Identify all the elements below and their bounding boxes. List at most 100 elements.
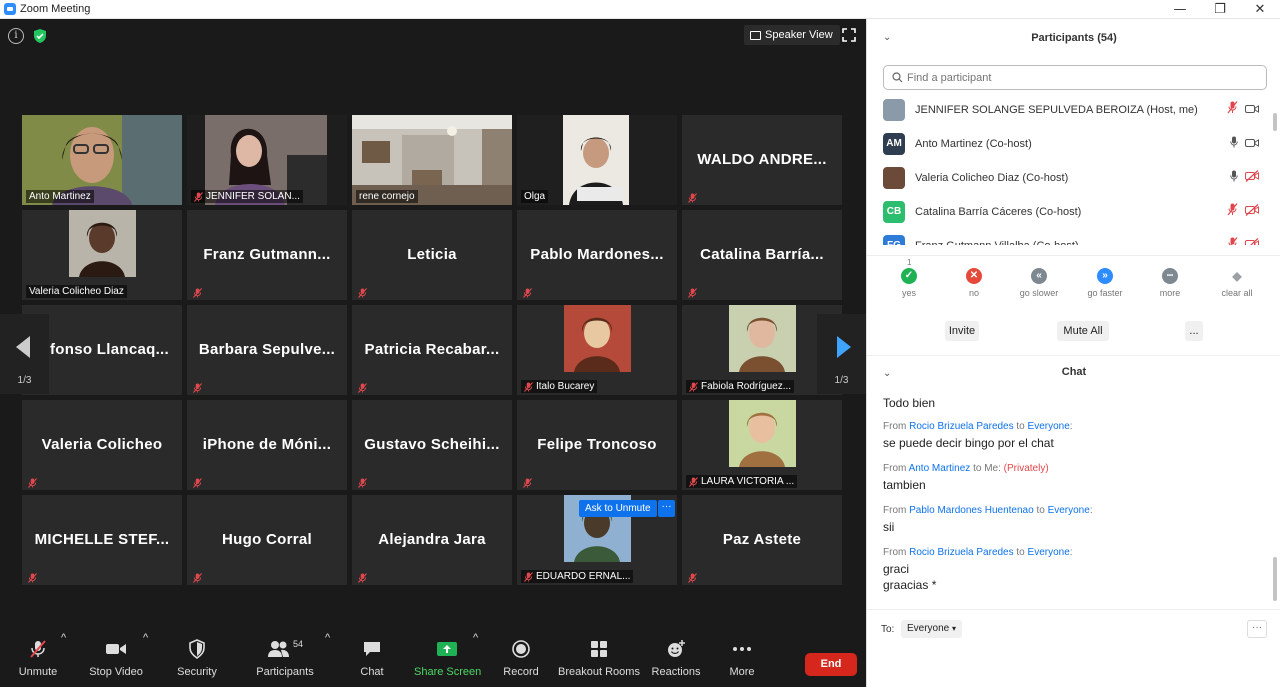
participant-row-name: Franz Gutmann Villalba (Co-host) <box>915 240 1079 245</box>
page-indicator: 1/3 <box>17 375 32 386</box>
participant-tile[interactable]: Italo Bucarey <box>517 305 677 395</box>
breakout-rooms-button[interactable]: Breakout Rooms <box>558 632 640 687</box>
participant-tile[interactable]: Alejandra Jara <box>352 495 512 585</box>
participant-name: Hugo Corral <box>222 531 312 548</box>
participant-row[interactable]: JENNIFER SOLANGE SEPULVEDA BEROIZA (Host… <box>867 93 1280 127</box>
participant-search[interactable] <box>883 65 1267 90</box>
participant-tile[interactable]: Leticia <box>352 210 512 300</box>
chat-button[interactable]: Chat <box>352 632 392 687</box>
maximize-button[interactable]: ❐ <box>1200 0 1240 19</box>
participant-tile[interactable]: Anto Martinez <box>22 115 182 205</box>
ask-to-unmute-button[interactable]: Ask to Unmute <box>579 500 657 517</box>
reaction-yes[interactable]: ✓ yes <box>879 268 939 298</box>
reaction-label: yes <box>901 288 916 298</box>
participants-button[interactable]: 54 Participants <box>255 632 315 687</box>
participant-tile[interactable]: Pablo Mardones... <box>517 210 677 300</box>
participant-list-scrollbar[interactable] <box>1273 113 1277 131</box>
mic-muted-icon[interactable] <box>1227 237 1238 245</box>
mic-icon[interactable] <box>1230 135 1238 153</box>
mic-muted-icon[interactable] <box>1227 101 1238 119</box>
meeting-toolbar: Unmute ^ Stop Video ^ Security 54 Partic… <box>0 632 866 687</box>
participant-tile[interactable]: Barbara Sepulve... <box>187 305 347 395</box>
more-button[interactable]: More <box>722 632 762 687</box>
sender-name[interactable]: Rocio Brizuela Paredes <box>909 421 1014 432</box>
unmute-button[interactable]: Unmute <box>14 632 62 687</box>
tile-more-options-button[interactable]: ··· <box>658 500 675 517</box>
participant-row[interactable]: CB Catalina Barría Cáceres (Co-host) <box>867 195 1280 229</box>
encryption-shield-icon[interactable] <box>32 28 48 44</box>
participant-tile[interactable]: WALDO ANDRE... <box>682 115 842 205</box>
reaction-clear-all[interactable]: ◆ clear all <box>1207 268 1267 298</box>
participant-tile[interactable]: Franz Gutmann... <box>187 210 347 300</box>
chat-scrollbar[interactable] <box>1273 557 1277 601</box>
participant-search-input[interactable] <box>907 71 1247 84</box>
mute-all-button[interactable]: Mute All <box>1057 321 1109 341</box>
participant-row[interactable]: Valeria Colicheo Diaz (Co-host) <box>867 161 1280 195</box>
participant-tile[interactable]: Patricia Recabar... <box>352 305 512 395</box>
invite-button[interactable]: Invite <box>945 321 979 341</box>
participant-tile[interactable]: Gustavo Scheihi... <box>352 400 512 490</box>
video-off-icon[interactable] <box>1245 203 1259 221</box>
chat-message-text: sii <box>883 520 895 534</box>
participant-name: Fabiola Rodríguez... <box>701 381 792 392</box>
participant-tile[interactable]: Felipe Troncoso <box>517 400 677 490</box>
close-window-button[interactable]: ✕ <box>1240 0 1280 19</box>
to-word: to <box>973 463 982 474</box>
reactions-button[interactable]: Reactions <box>651 632 701 687</box>
next-page-button[interactable]: 1/3 <box>817 314 866 394</box>
audio-options-caret[interactable]: ^ <box>61 632 66 687</box>
video-off-icon[interactable] <box>1245 169 1259 187</box>
sender-name[interactable]: Rocio Brizuela Paredes <box>909 547 1014 558</box>
mic-muted-icon <box>524 381 533 392</box>
stop-video-button[interactable]: Stop Video <box>86 632 146 687</box>
record-button[interactable]: Record <box>500 632 542 687</box>
share-screen-button[interactable]: Share Screen <box>414 632 481 687</box>
security-button[interactable]: Security <box>173 632 221 687</box>
sender-name[interactable]: Pablo Mardones Huentenao <box>909 505 1034 516</box>
chat-message-meta: From Pablo Mardones Huentenao to Everyon… <box>883 505 1093 516</box>
to-word: to <box>1016 547 1025 558</box>
participant-tile[interactable]: rene cornejo <box>352 115 512 205</box>
participant-row[interactable]: AM Anto Martinez (Co-host) <box>867 127 1280 161</box>
participant-tile[interactable]: MICHELLE STEF... <box>22 495 182 585</box>
participant-name: LAURA VICTORIA ... <box>701 476 795 487</box>
share-options-caret[interactable]: ^ <box>473 632 478 687</box>
reaction-go-faster[interactable]: » go faster <box>1075 268 1135 298</box>
mic-icon[interactable] <box>1230 169 1238 187</box>
video-camera-icon[interactable] <box>1245 135 1259 153</box>
participant-tile[interactable]: Valeria Colicheo <box>22 400 182 490</box>
participant-tile[interactable]: Paz Astete <box>682 495 842 585</box>
grid-view-icon <box>750 30 761 40</box>
participant-tile[interactable]: JENNIFER SOLAN... <box>187 115 347 205</box>
reaction-more[interactable]: ••• more <box>1140 268 1200 298</box>
speaker-view-button[interactable]: Speaker View <box>744 25 840 45</box>
recipient-select[interactable]: Everyone ▾ <box>901 620 963 638</box>
participants-header: ⌄ Participants (54) <box>867 19 1280 57</box>
mic-muted-icon <box>193 475 203 488</box>
video-camera-icon[interactable] <box>1245 101 1259 119</box>
participant-row[interactable]: FG Franz Gutmann Villalba (Co-host) <box>867 229 1280 245</box>
end-meeting-button[interactable]: End <box>805 653 857 676</box>
participant-more-button[interactable]: ... <box>1185 321 1203 341</box>
video-options-caret[interactable]: ^ <box>143 632 148 687</box>
recipient-name: Everyone <box>1027 547 1070 558</box>
previous-page-button[interactable]: 1/3 <box>0 314 49 394</box>
participant-tile[interactable]: iPhone de Móni... <box>187 400 347 490</box>
participants-options-caret[interactable]: ^ <box>325 632 330 687</box>
reactions-label: Reactions <box>651 666 701 678</box>
participant-tile[interactable]: Catalina Barría... <box>682 210 842 300</box>
participant-tile[interactable]: Hugo Corral <box>187 495 347 585</box>
reaction-go-slower[interactable]: « go slower <box>1009 268 1069 298</box>
video-camera-icon <box>106 644 126 654</box>
reaction-no[interactable]: ✕ no <box>944 268 1004 298</box>
chat-more-button[interactable]: ··· <box>1247 620 1267 638</box>
participant-tile[interactable]: LAURA VICTORIA ... <box>682 400 842 490</box>
video-off-icon[interactable] <box>1245 237 1259 245</box>
fullscreen-icon[interactable] <box>842 28 856 42</box>
mic-muted-icon[interactable] <box>1227 203 1238 221</box>
minimize-button[interactable]: — <box>1160 0 1200 19</box>
info-icon[interactable]: i <box>8 28 24 44</box>
sender-name[interactable]: Anto Martinez <box>909 463 971 474</box>
participant-tile[interactable]: Olga <box>517 115 677 205</box>
participant-tile[interactable]: Valeria Colicheo Diaz <box>22 210 182 300</box>
